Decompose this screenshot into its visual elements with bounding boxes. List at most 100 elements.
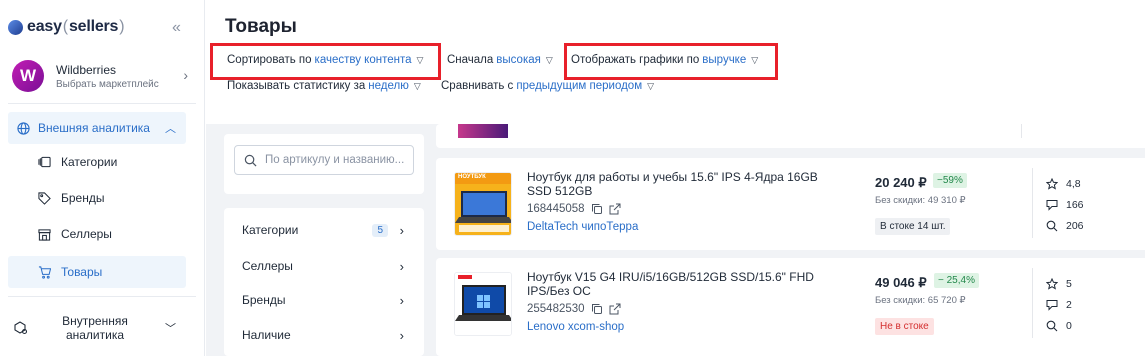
product-sku: 168445058 — [527, 203, 621, 215]
sidebar: easy(sellers) « W Wildberries Выбрать ма… — [0, 0, 205, 356]
reviews-stat: 166 — [1045, 198, 1084, 212]
brand-logo[interactable]: easy(sellers) — [8, 18, 125, 36]
chevron-right-icon: › — [399, 222, 404, 238]
filter-availability[interactable]: Наличие › — [242, 328, 408, 343]
questions-stat: 206 — [1045, 219, 1084, 233]
old-price: Без скидки: 65 720 ₽ — [875, 295, 966, 306]
brand-name-b: sellers — [68, 18, 119, 35]
count-badge: 5 — [372, 223, 388, 237]
external-link-icon[interactable] — [609, 203, 621, 215]
product-sku: 255482530 — [527, 303, 621, 315]
compare-dropdown[interactable]: Сравнивать с предыдущим периодом ▽ — [441, 80, 654, 92]
product-seller-link[interactable]: Lenovo xcom-shop — [527, 321, 624, 333]
store-icon — [37, 227, 51, 241]
reviews-icon — [1045, 198, 1059, 212]
filter-value: неделю — [368, 80, 409, 92]
page-header: Товары Сортировать по качеству контента … — [206, 0, 1145, 124]
globe-icon — [16, 121, 30, 135]
nav-item-brands[interactable]: Бренды — [8, 182, 186, 214]
stats-period-dropdown[interactable]: Показывать статистику за неделю ▽ — [227, 80, 421, 92]
nav-item-label: Бренды — [61, 191, 105, 205]
highlight-box — [564, 43, 778, 80]
reviews-value: 166 — [1066, 199, 1084, 211]
search-icon — [1045, 219, 1059, 233]
wildberries-logo: W — [12, 60, 44, 92]
chevron-down-icon: ▽ — [545, 54, 553, 65]
chevron-down-icon: ▽ — [647, 80, 655, 91]
rating-value: 5 — [1066, 278, 1072, 290]
product-image[interactable] — [454, 272, 512, 336]
product-price: 20 240 ₽ — [875, 175, 927, 190]
product-price: 49 046 ₽ — [875, 275, 927, 290]
reviews-stat: 2 — [1045, 298, 1072, 312]
star-icon — [1045, 177, 1059, 191]
order-dropdown[interactable]: Сначала высокая ▽ — [447, 54, 553, 66]
rating-value: 4,8 — [1066, 178, 1081, 190]
chevron-right-icon: › — [399, 258, 404, 274]
nav-group-external-analytics[interactable]: Внешняя аналитика ︿ — [8, 112, 186, 144]
product-title[interactable]: Ноутбук для работы и учебы 15.6" IPS 4-Я… — [527, 170, 837, 198]
copy-icon[interactable] — [591, 303, 603, 315]
search-icon — [1045, 319, 1059, 333]
filter-label: Бренды — [242, 293, 286, 307]
old-price: Без скидки: 49 310 ₽ — [875, 195, 966, 206]
product-seller-link[interactable]: DeltaTech чипоТерра — [527, 221, 638, 233]
stock-badge: В стоке 14 шт. — [875, 218, 951, 235]
marketplace-selector[interactable]: W Wildberries Выбрать маркетплейс › — [8, 56, 196, 96]
filter-categories[interactable]: Категории 5 › — [242, 222, 408, 238]
nav-item-label: Селлеры — [61, 227, 112, 241]
filter-panel: Категории 5 › Селлеры › Бренды › Наличие… — [224, 208, 424, 356]
brand-name-a: easy — [27, 18, 62, 35]
product-title[interactable]: Ноутбук V15 G4 IRU/i5/16GB/512GB SSD/15.… — [527, 270, 837, 298]
nav-item-products[interactable]: Товары — [8, 256, 186, 288]
divider — [1032, 168, 1033, 238]
filter-prefix: Сравнивать с — [441, 80, 514, 92]
divider — [874, 124, 1022, 138]
cart-icon — [37, 265, 51, 279]
stock-badge: Не в стоке — [875, 318, 934, 335]
rating-stat: 5 — [1045, 277, 1072, 291]
tag-icon — [37, 191, 51, 205]
chevron-down-icon: ﹀ — [165, 323, 176, 335]
collapse-sidebar-icon[interactable]: « — [172, 19, 181, 37]
nav-item-label: Товары — [61, 265, 103, 279]
nav-item-categories[interactable]: Категории — [8, 146, 186, 178]
thumb-label: НОУТБУК — [458, 174, 486, 180]
filter-sellers[interactable]: Селлеры › — [242, 258, 408, 274]
search-icon — [243, 153, 257, 167]
divider — [8, 103, 196, 104]
divider — [8, 296, 196, 297]
chevron-down-icon: ▽ — [413, 80, 421, 91]
categories-icon — [37, 155, 51, 169]
product-card-partial — [436, 124, 1145, 148]
marketplace-name: Wildberries — [56, 62, 117, 77]
product-card[interactable]: Ноутбук V15 G4 IRU/i5/16GB/512GB SSD/15.… — [436, 258, 1145, 356]
chevron-right-icon: › — [183, 67, 188, 83]
chevron-right-icon: › — [399, 292, 404, 308]
divider — [1032, 268, 1033, 338]
filter-label: Селлеры — [242, 259, 293, 273]
product-image — [458, 124, 508, 138]
star-icon — [1045, 277, 1059, 291]
filter-label: Категории — [242, 223, 299, 237]
product-image[interactable]: НОУТБУК — [454, 172, 512, 236]
product-card[interactable]: НОУТБУК Ноутбук для работы и учебы 15.6"… — [436, 158, 1145, 250]
filter-value: предыдущим периодом — [516, 80, 643, 92]
filter-prefix: Показывать статистику за — [227, 80, 366, 92]
nav-group-label: Внешняя аналитика — [38, 121, 150, 135]
filter-brands[interactable]: Бренды › — [242, 292, 408, 308]
copy-icon[interactable] — [591, 203, 603, 215]
discount-badge: − 25,4% — [934, 273, 979, 288]
reviews-value: 2 — [1066, 299, 1072, 311]
chevron-up-icon: ︿ — [165, 123, 176, 135]
sku-value: 255482530 — [527, 303, 585, 315]
brand-dot-icon — [8, 19, 23, 35]
nav-group-internal-analytics[interactable]: Внутренняя аналитика ﹀ — [8, 308, 186, 348]
external-link-icon[interactable] — [609, 303, 621, 315]
search-input[interactable]: По артикулу и названию... — [234, 145, 414, 175]
nav-item-sellers[interactable]: Селлеры — [8, 218, 186, 250]
discount-badge: −59% — [933, 173, 967, 188]
filter-value: высокая — [496, 54, 541, 66]
search-card: По артикулу и названию... — [224, 134, 424, 194]
marketplace-sub: Выбрать маркетплейс — [56, 78, 159, 90]
